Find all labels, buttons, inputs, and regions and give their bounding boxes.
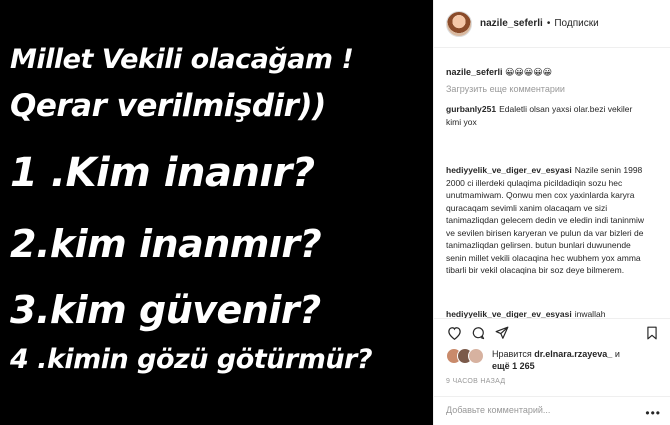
liker-username[interactable]: dr.elnara.rzayeva_ <box>534 349 612 359</box>
post-caption: nazile_seferli 😀😀😀😀😀 <box>446 66 661 78</box>
post-image: Millet Vekili olacağam ! Qerar verilmişd… <box>0 0 433 425</box>
post-text-line: Qerar verilmişdir)) <box>10 88 326 124</box>
header-username[interactable]: nazile_seferli <box>480 18 543 29</box>
comment: hediyyelik_ve_diger_ev_esyasi Nazile seni… <box>446 164 646 277</box>
likes-and: и <box>614 349 620 359</box>
following-button[interactable]: Подписки <box>554 18 598 29</box>
comment-icon[interactable] <box>470 325 486 341</box>
post-text-line: 4 .kimin gözü götürmür? <box>10 344 373 375</box>
likes-count[interactable]: ещё 1 265 <box>492 361 535 371</box>
heart-icon[interactable] <box>446 325 462 341</box>
more-options-icon[interactable]: ••• <box>645 406 661 420</box>
load-more-comments-link[interactable]: Загрузить еще комментарии <box>446 84 565 94</box>
comment-text: Nazile senin 1998 2000 ci illerdeki qula… <box>446 165 644 275</box>
post-text-line: 1 .Kim inanır? <box>10 150 315 196</box>
avatar[interactable] <box>468 348 484 364</box>
likes-text: Нравится dr.elnara.rzayeva_ и ещё 1 265 <box>492 348 667 372</box>
post-header: nazile_seferli • Подписки <box>434 0 670 48</box>
post-text-line: 2.kim inanmır? <box>10 222 322 266</box>
likes-prefix: Нравится <box>492 349 532 359</box>
header-separator: • <box>546 18 551 29</box>
avatar[interactable] <box>446 10 472 37</box>
caption-username[interactable]: nazile_seferli <box>446 67 503 77</box>
post-actions-bar <box>434 318 670 346</box>
post-timestamp[interactable]: 9 ЧАСОВ НАЗАД <box>446 378 505 385</box>
comment-input[interactable] <box>446 405 626 415</box>
add-comment-bar: ••• <box>434 396 670 425</box>
post-side-panel: nazile_seferli • Подписки nazile_seferli… <box>433 0 670 425</box>
comment-username[interactable]: hediyyelik_ve_diger_ev_esyasi <box>446 165 572 175</box>
post-text-line: 3.kim güvenir? <box>10 288 321 332</box>
comment: gurbanly251 Edaletli olsan yaxsi olar.bez… <box>446 103 646 128</box>
bookmark-icon[interactable] <box>644 325 660 341</box>
comment-username[interactable]: gurbanly251 <box>446 104 496 114</box>
caption-text: 😀😀😀😀😀 <box>505 67 552 77</box>
likes-summary: Нравится dr.elnara.rzayeva_ и ещё 1 265 <box>446 346 666 374</box>
share-icon[interactable] <box>494 325 510 341</box>
liker-avatars <box>446 348 488 366</box>
post-text-line: Millet Vekili olacağam ! <box>10 44 354 75</box>
